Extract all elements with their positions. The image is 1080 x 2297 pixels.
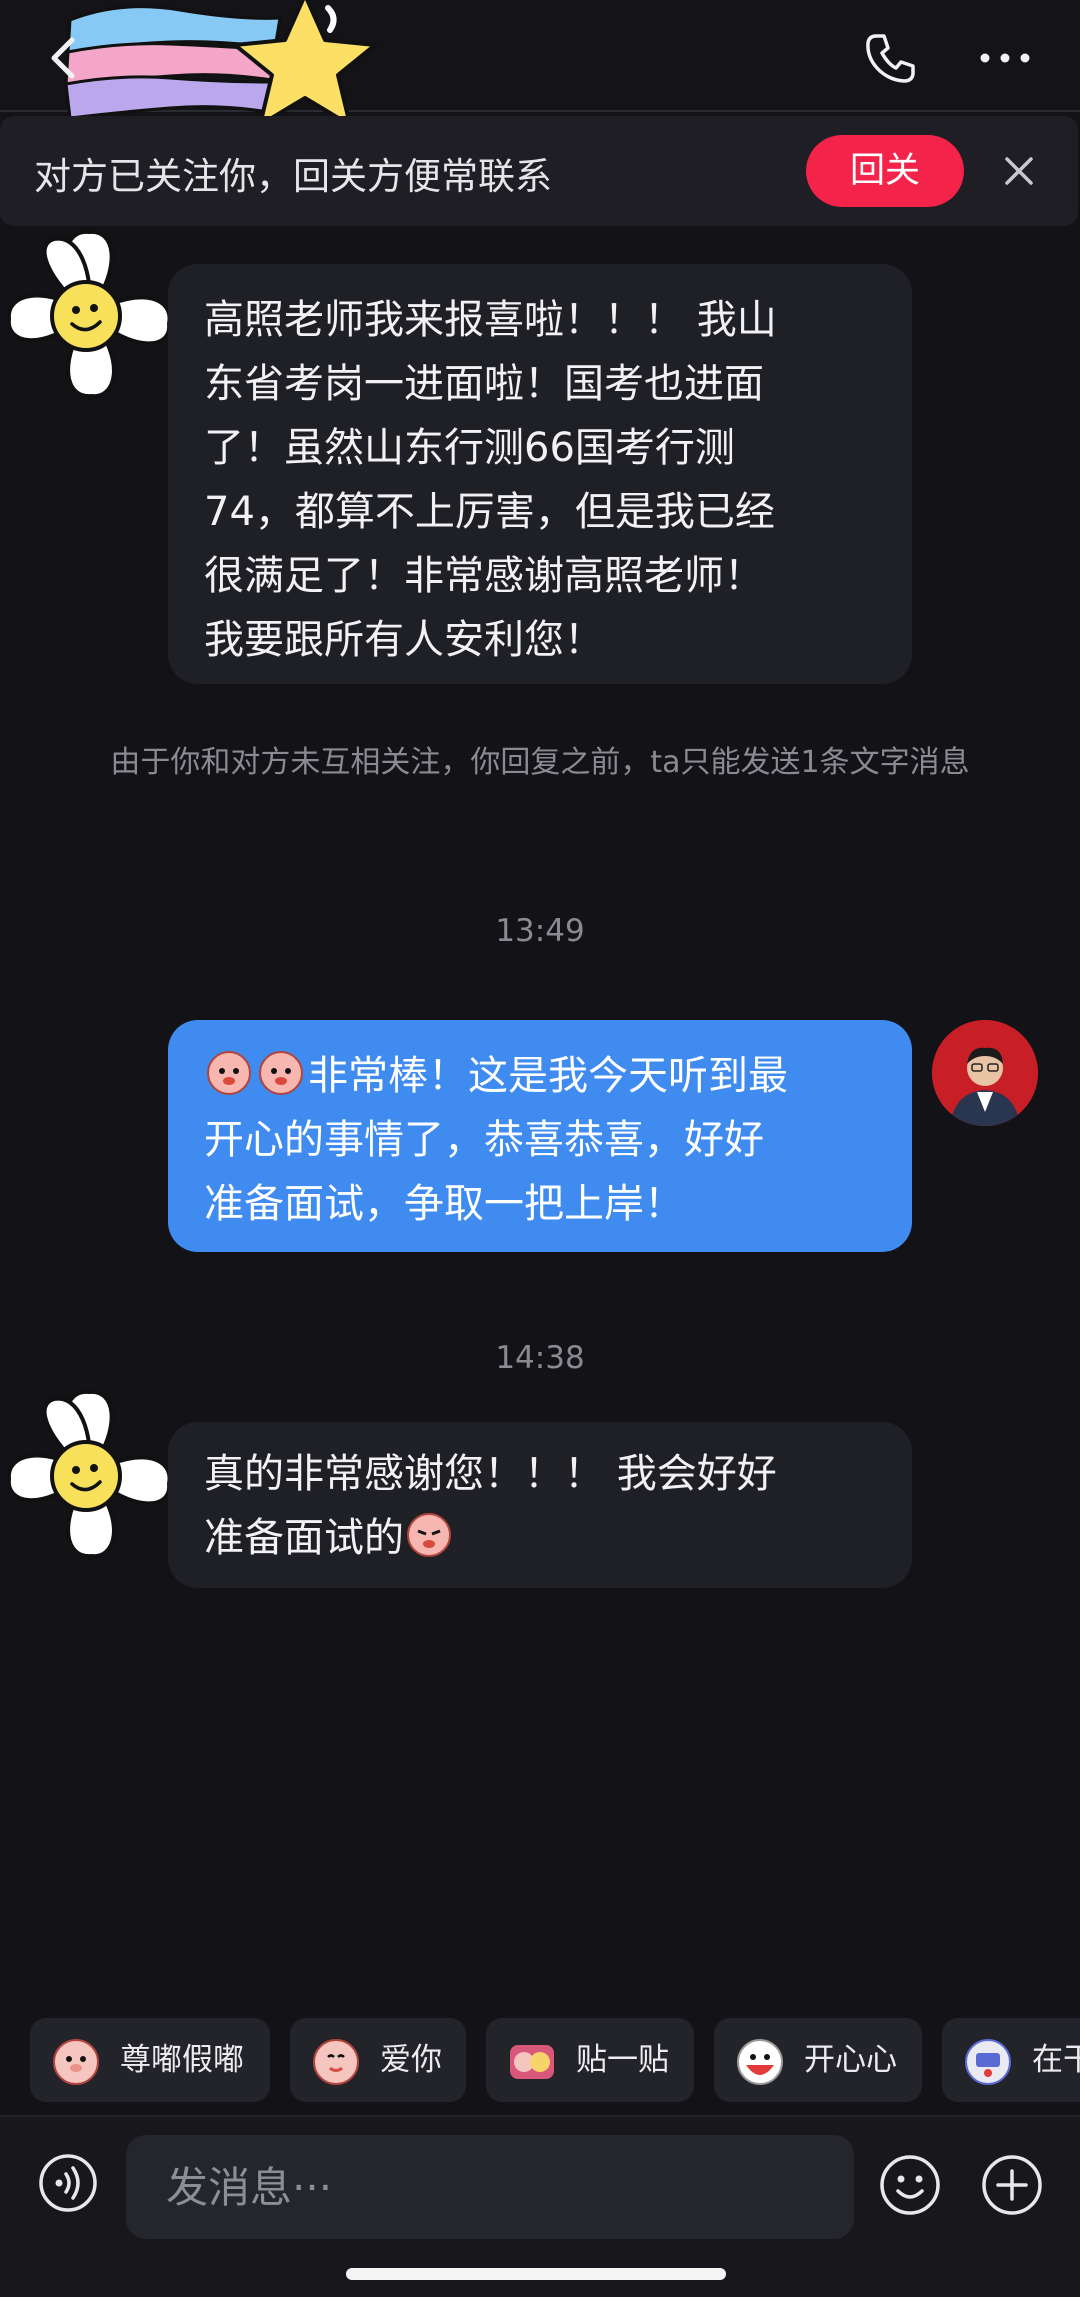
follow-back-banner: 对方已关注你，回关方便常联系 回关 xyxy=(0,116,1078,226)
close-icon[interactable] xyxy=(998,150,1040,192)
phone-icon[interactable] xyxy=(862,30,918,86)
timestamp: 13:49 xyxy=(495,913,585,949)
sticker-happy-icon xyxy=(737,2039,783,2085)
chevron-left-icon[interactable] xyxy=(40,28,90,88)
message-line: 非常棒！这是我今天听到最 xyxy=(204,1044,876,1108)
outgoing-message[interactable]: 非常棒！这是我今天听到最 开心的事情了，恭喜恭喜，好好 准备面试，争取一把上岸！ xyxy=(168,1020,912,1252)
sticker-emoji-icon xyxy=(407,1513,451,1557)
quick-sticker-bar: 尊嘟假嘟 爱你 贴一贴 开心心 在干 xyxy=(0,2018,1080,2108)
emoji-icon[interactable] xyxy=(878,2153,942,2217)
sticker-chip[interactable]: 开心心 xyxy=(714,2018,922,2102)
message-line: 很满足了！非常感谢高照老师！ xyxy=(204,553,764,599)
system-notice: 由于你和对方未互相关注，你回复之前，ta只能发送1条文字消息 xyxy=(110,745,970,780)
message-line: 高照老师我来报喜啦！！！ 我山 xyxy=(204,297,777,343)
sticker-pig-icon xyxy=(53,2039,99,2085)
flower-avatar-icon[interactable] xyxy=(0,224,184,404)
home-indicator[interactable] xyxy=(346,2268,726,2280)
message-line: 准备面试的 xyxy=(204,1506,876,1570)
incoming-message[interactable]: 高照老师我来报喜啦！！！ 我山 东省考岗一进面啦！国考也进面 了！虽然山东行测6… xyxy=(168,264,912,684)
top-bar xyxy=(0,0,1080,127)
incoming-message[interactable]: 真的非常感谢您！！！ 我会好好 准备面试的 xyxy=(168,1422,912,1588)
timestamp: 14:38 xyxy=(495,1340,585,1376)
sticker-chip[interactable]: 尊嘟假嘟 xyxy=(30,2018,270,2102)
sticker-hug-icon xyxy=(510,2045,554,2079)
sticker-love-icon xyxy=(313,2039,359,2085)
message-input[interactable] xyxy=(126,2135,854,2239)
avatar[interactable] xyxy=(932,1020,1038,1126)
sticker-chip[interactable]: 爱你 xyxy=(290,2018,466,2102)
message-line: 真的非常感谢您！！！ 我会好好 xyxy=(204,1451,777,1497)
follow-back-button[interactable]: 回关 xyxy=(806,135,964,207)
banner-text: 对方已关注你，回关方便常联系 xyxy=(34,155,552,198)
plus-icon[interactable] xyxy=(980,2153,1044,2217)
sticker-chip[interactable]: 贴一贴 xyxy=(486,2018,694,2102)
sticker-chip[interactable]: 在干 xyxy=(942,2018,1080,2102)
sticker-busy-icon xyxy=(965,2039,1011,2085)
sticker-emoji-icon xyxy=(207,1051,251,1095)
message-line: 开心的事情了，恭喜恭喜，好好 xyxy=(204,1117,764,1163)
message-line: 了！虽然山东行测66国考行测 xyxy=(204,425,735,471)
sticker-emoji-icon xyxy=(259,1051,303,1095)
flower-avatar-icon[interactable] xyxy=(0,1384,184,1564)
more-horizontal-icon[interactable] xyxy=(975,38,1035,78)
person-avatar-icon xyxy=(932,1020,1038,1126)
voice-icon[interactable] xyxy=(38,2153,98,2213)
message-line: 准备面试，争取一把上岸！ xyxy=(204,1181,684,1227)
message-line: 东省考岗一进面啦！国考也进面 xyxy=(204,361,764,407)
message-line: 74，都算不上厉害，但是我已经 xyxy=(204,489,775,535)
message-line: 我要跟所有人安利您！ xyxy=(204,617,604,663)
